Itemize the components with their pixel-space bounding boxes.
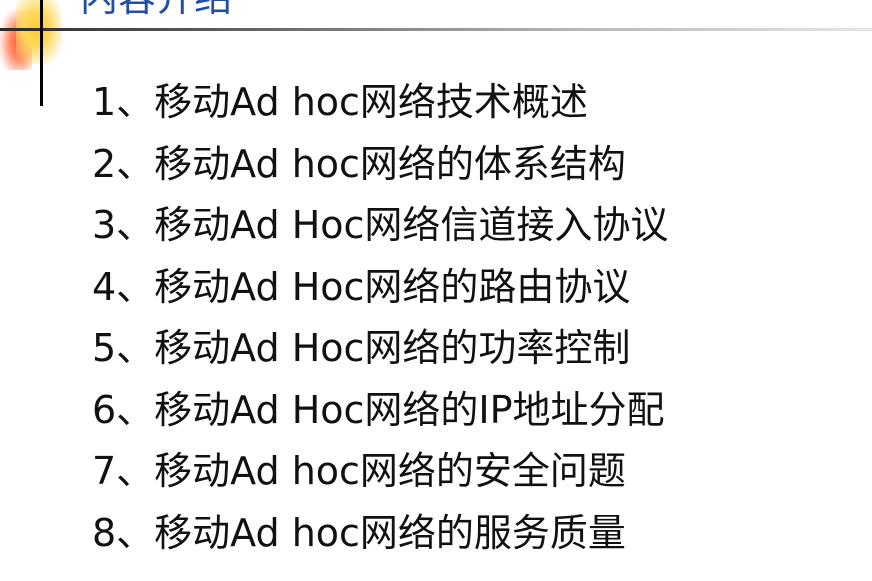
outline-item-5: 5、移动Ad Hoc网络的功率控制	[92, 326, 631, 370]
slide: 内容介绍 1、移动Ad hoc网络技术概述 2、移动Ad hoc网络的体系结构 …	[0, 0, 872, 581]
outline-item-8: 8、移动Ad hoc网络的服务质量	[92, 510, 626, 555]
outline-item-2: 2、移动Ad hoc网络的体系结构	[92, 141, 626, 186]
slide-title: 内容介绍	[80, 0, 232, 20]
outline-item-6: 6、移动Ad Hoc网络的IP地址分配	[92, 387, 665, 432]
outline-list: 1、移动Ad hoc网络技术概述 2、移动Ad hoc网络的体系结构 3、移动A…	[92, 72, 668, 564]
outline-item-4: 4、移动Ad Hoc网络的路由协议	[92, 264, 631, 309]
corner-decoration-yellow	[16, 0, 62, 64]
outline-item-3: 3、移动Ad Hoc网络信道接入协议	[92, 203, 669, 247]
outline-item-1: 1、移动Ad hoc网络技术概述	[92, 80, 588, 124]
outline-item-7: 7、移动Ad hoc网络的安全问题	[92, 449, 626, 493]
vertical-accent-line	[40, 0, 43, 106]
title-underline	[0, 28, 872, 31]
